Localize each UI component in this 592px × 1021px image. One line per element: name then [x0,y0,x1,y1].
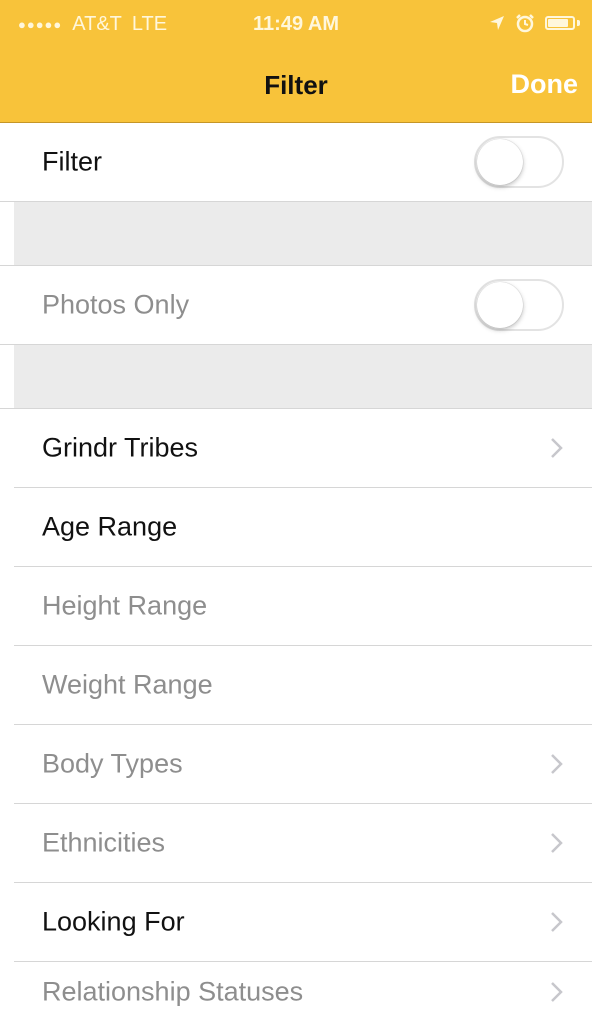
chevron-right-icon [551,912,563,932]
photos-only-toggle-row: Photos Only [0,266,592,344]
weight-range-row[interactable]: Weight Range [0,646,592,724]
battery-icon [545,16,575,30]
photos-only-toggle[interactable] [474,279,564,331]
looking-for-row[interactable]: Looking For [0,883,592,961]
header: ●●●●● AT&T LTE 11:49 AM Filter Done [0,0,592,123]
chevron-right-icon [551,833,563,853]
age-range-label: Age Range [42,511,178,542]
section-gap [14,202,592,266]
status-right [489,13,580,33]
height-range-label: Height Range [42,590,208,621]
filter-toggle-row: Filter [0,123,592,201]
status-bar: ●●●●● AT&T LTE 11:49 AM [0,0,592,48]
location-arrow-icon [490,16,504,30]
filter-toggle[interactable] [474,136,564,188]
weight-range-label: Weight Range [42,669,213,700]
relationship-statuses-label: Relationship Statuses [42,976,304,1006]
relationship-statuses-row[interactable]: Relationship Statuses [0,962,592,1021]
chevron-right-icon [551,438,563,458]
chevron-right-icon [551,981,563,1002]
ethnicities-label: Ethnicities [42,827,166,858]
toggle-knob [477,282,523,328]
grindr-tribes-label: Grindr Tribes [42,432,199,463]
body-types-label: Body Types [42,748,183,779]
ethnicities-row[interactable]: Ethnicities [0,804,592,882]
filter-label: Filter [42,146,102,177]
age-range-row[interactable]: Age Range [0,488,592,566]
grindr-tribes-row[interactable]: Grindr Tribes [0,409,592,487]
height-range-row[interactable]: Height Range [0,567,592,645]
section-gap [14,345,592,409]
photos-only-label: Photos Only [42,289,190,320]
done-button[interactable]: Done [511,69,579,100]
body-types-row[interactable]: Body Types [0,725,592,803]
page-title: Filter [264,70,328,100]
looking-for-label: Looking For [42,906,185,937]
battery-tip [577,20,580,26]
alarm-clock-icon [516,14,534,33]
toggle-knob [477,139,523,185]
chevron-right-icon [551,754,563,774]
navigation-bar: Filter Done [0,48,592,122]
